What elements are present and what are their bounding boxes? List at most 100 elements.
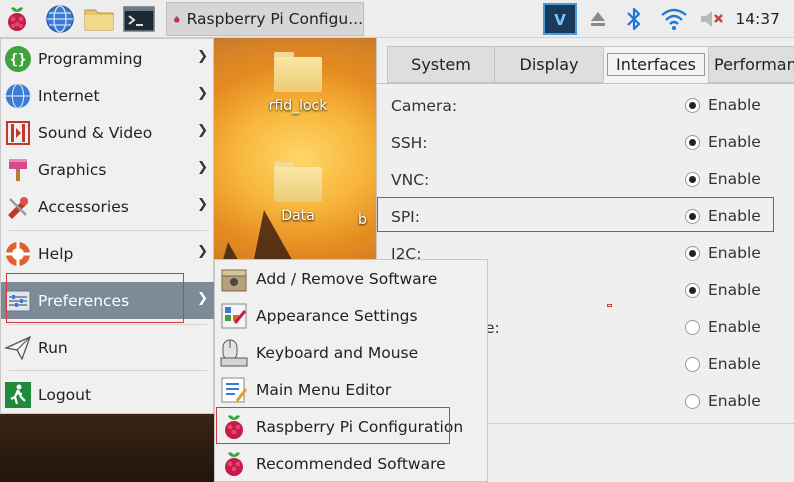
setting-row-ssh: SSH: Enable: [391, 124, 781, 161]
setting-row-camera: Camera: Enable: [391, 87, 781, 124]
menu-item-accessories[interactable]: Accessories ❯: [1, 188, 214, 225]
run-icon: [4, 334, 32, 362]
svg-text:{}: {}: [10, 52, 27, 68]
desktop-icon-label: Data: [281, 208, 315, 224]
desktop-icon-rfid-lock[interactable]: rfid_lock: [258, 52, 338, 114]
tab-interfaces[interactable]: Interfaces: [603, 46, 709, 83]
chevron-right-icon: ❯: [197, 49, 208, 64]
chevron-right-icon: ❯: [197, 86, 208, 101]
menu-item-run[interactable]: Run: [1, 329, 214, 366]
web-browser-button[interactable]: [44, 3, 76, 35]
submenu-item-main-menu-editor[interactable]: Main Menu Editor: [215, 371, 487, 408]
config-tabs: System Display Interfaces Performance: [387, 46, 794, 84]
tab-system[interactable]: System: [387, 46, 495, 83]
menu-item-label: Accessories: [38, 197, 129, 216]
menu-item-help[interactable]: Help ❯: [1, 235, 214, 272]
vnc-icon: V: [543, 3, 577, 35]
raspberry-menu-icon: [8, 7, 26, 31]
tab-performance[interactable]: Performance: [708, 46, 794, 83]
submenu-item-label: Keyboard and Mouse: [256, 343, 419, 362]
enable-radio[interactable]: [685, 172, 700, 187]
menu-item-label: Graphics: [38, 160, 107, 179]
folder-icon: [274, 52, 322, 92]
highlight-box-spi: [377, 197, 774, 232]
wifi-icon: [661, 8, 687, 30]
add-remove-software-icon: [218, 263, 250, 295]
wifi-button[interactable]: [658, 3, 690, 35]
menu-item-sound-video[interactable]: Sound & Video ❯: [1, 114, 214, 151]
menu-item-graphics[interactable]: Graphics ❯: [1, 151, 214, 188]
appearance-settings-icon: [218, 300, 250, 332]
highlight-box-preferences: [6, 273, 184, 323]
enable-option-label[interactable]: Enable: [708, 133, 761, 151]
enable-radio[interactable]: [685, 394, 700, 409]
raspberry-menu-button[interactable]: [2, 3, 32, 35]
graphics-icon: [4, 156, 32, 184]
enable-radio[interactable]: [685, 98, 700, 113]
menu-item-label: Internet: [38, 86, 100, 105]
folder-icon: [274, 162, 322, 202]
desktop-icon-data[interactable]: Data: [258, 162, 338, 224]
menu-item-label: Help: [38, 244, 74, 263]
enable-option-label[interactable]: Enable: [708, 392, 761, 410]
help-icon: [4, 240, 32, 268]
internet-icon: [4, 82, 32, 110]
file-manager-button[interactable]: [82, 3, 116, 35]
submenu-item-label: Appearance Settings: [256, 306, 418, 325]
menu-separator: [9, 324, 207, 325]
highlight-box-raspberry-pi-configuration: [216, 407, 450, 444]
enable-option-label[interactable]: Enable: [708, 170, 761, 188]
submenu-item-recommended-software[interactable]: Recommended Software: [215, 445, 487, 482]
web-browser-icon: [46, 5, 74, 33]
submenu-item-appearance-settings[interactable]: Appearance Settings: [215, 297, 487, 334]
menu-separator: [9, 370, 207, 371]
tab-display[interactable]: Display: [494, 46, 604, 83]
volume-button[interactable]: [698, 3, 726, 35]
enable-option-label[interactable]: Enable: [708, 244, 761, 262]
bluetooth-button[interactable]: [622, 3, 646, 35]
active-window-title: Raspberry Pi Configu...: [186, 10, 363, 28]
file-manager-icon: [84, 9, 114, 31]
programming-icon: {}: [4, 45, 32, 73]
annotation-mark: [607, 304, 612, 307]
submenu-item-label: Recommended Software: [256, 454, 446, 473]
submenu-item-label: Main Menu Editor: [256, 380, 392, 399]
clock[interactable]: 14:37: [735, 0, 780, 38]
tab-label: System: [411, 55, 471, 74]
menu-item-internet[interactable]: Internet ❯: [1, 77, 214, 114]
enable-radio[interactable]: [685, 357, 700, 372]
submenu-item-add-remove-software[interactable]: Add / Remove Software: [215, 260, 487, 297]
menu-item-label: Logout: [38, 385, 92, 404]
vnc-button[interactable]: V: [543, 3, 577, 35]
terminal-button[interactable]: [122, 3, 156, 35]
eject-icon: [591, 12, 605, 26]
menu-item-logout[interactable]: Logout: [1, 376, 214, 413]
chevron-right-icon: ❯: [197, 160, 208, 175]
enable-radio[interactable]: [685, 320, 700, 335]
enable-radio[interactable]: [685, 135, 700, 150]
submenu-item-keyboard-mouse[interactable]: Keyboard and Mouse: [215, 334, 487, 371]
tab-label: Interfaces: [607, 53, 705, 76]
eject-button[interactable]: [586, 3, 610, 35]
main-menu: {} Programming ❯ Internet ❯ Sound & Vide…: [0, 38, 214, 414]
desktop-icon-label: rfid_lock: [268, 98, 328, 114]
chevron-right-icon: ❯: [197, 291, 208, 306]
submenu-item-label: Add / Remove Software: [256, 269, 438, 288]
keyboard-mouse-icon: [218, 337, 250, 369]
enable-radio[interactable]: [685, 246, 700, 261]
active-window-task[interactable]: Raspberry Pi Configu...: [166, 2, 364, 36]
tab-label: Performance: [714, 55, 794, 74]
setting-row-vnc: VNC: Enable: [391, 161, 781, 198]
chevron-right-icon: ❯: [197, 244, 208, 259]
enable-radio[interactable]: [685, 283, 700, 298]
enable-option-label[interactable]: Enable: [708, 96, 761, 114]
menu-item-programming[interactable]: {} Programming ❯: [1, 40, 214, 77]
menu-item-label: Run: [38, 338, 68, 357]
enable-option-label[interactable]: Enable: [708, 318, 761, 336]
desktop-icon-partial-label: b: [358, 212, 367, 228]
svg-text:V: V: [554, 11, 566, 29]
enable-option-label[interactable]: Enable: [708, 355, 761, 373]
accessories-icon: [4, 193, 32, 221]
enable-option-label[interactable]: Enable: [708, 281, 761, 299]
bluetooth-icon: [627, 7, 641, 31]
